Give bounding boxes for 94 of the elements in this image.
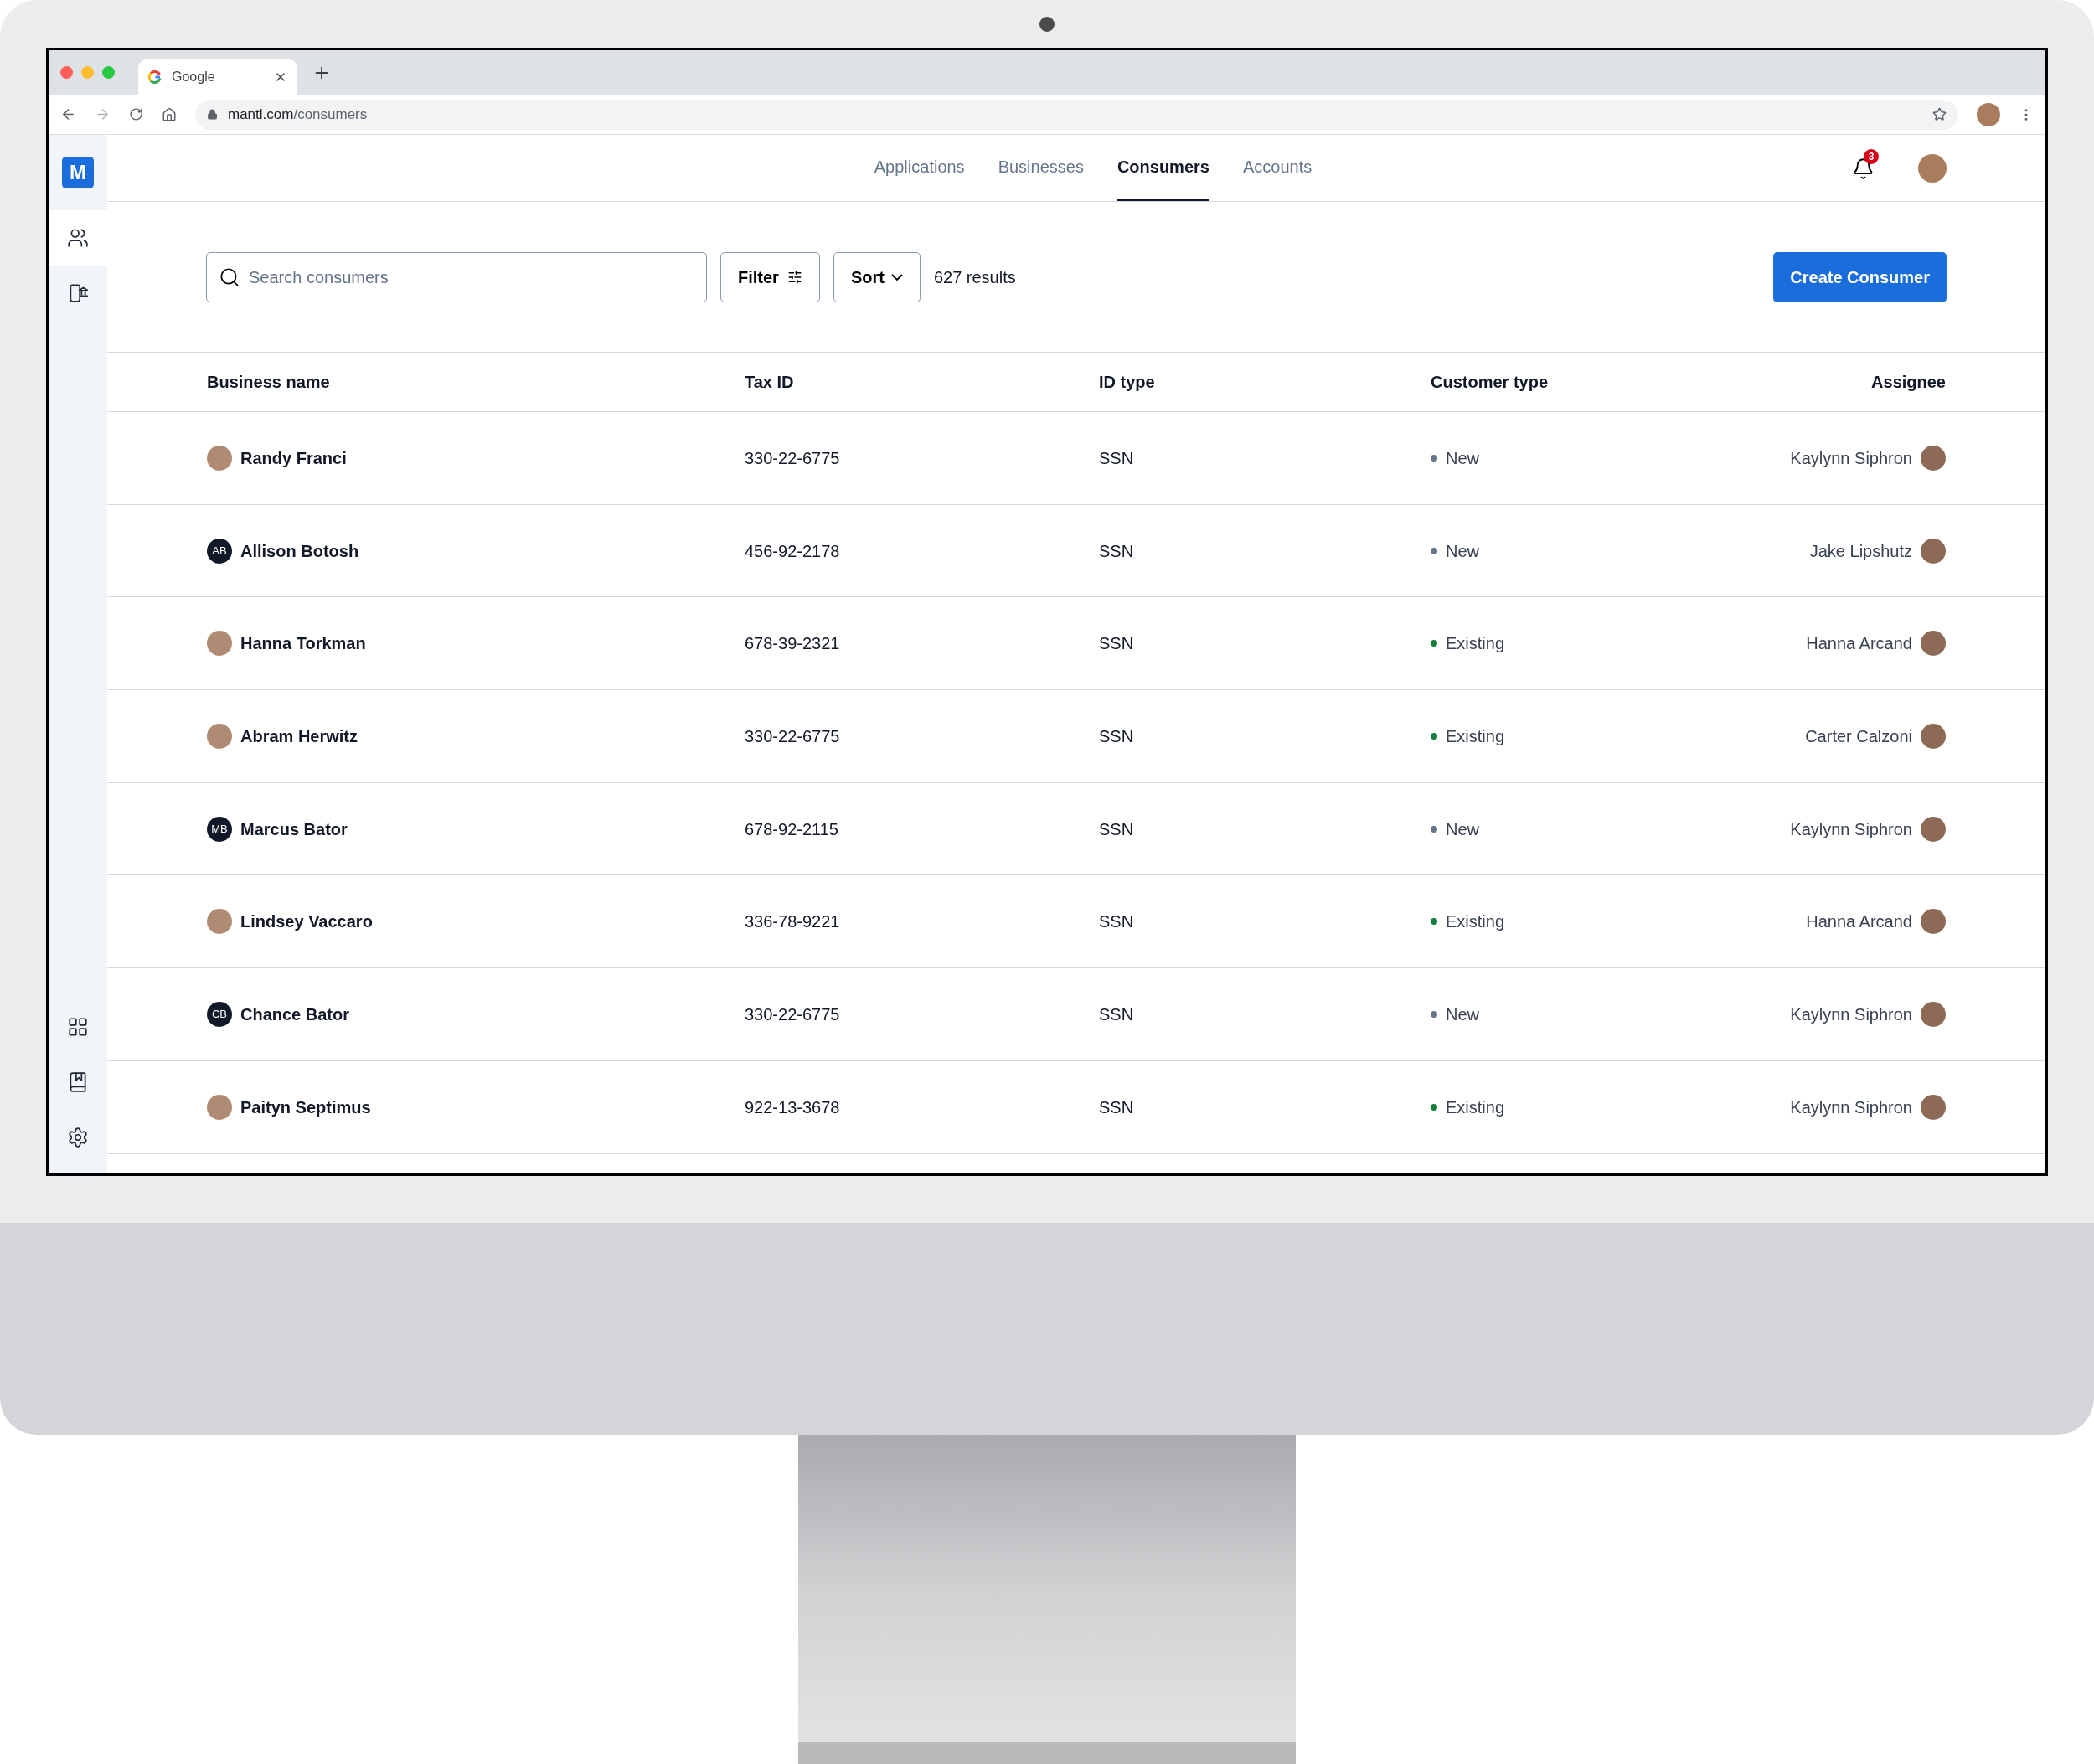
browser-tab[interactable]: Google: [138, 59, 297, 95]
column-header[interactable]: ID type: [1099, 369, 1431, 395]
avatar-placeholder: [207, 723, 232, 749]
lock-icon: [207, 109, 218, 120]
column-header[interactable]: Customer type: [1431, 369, 1699, 395]
search-icon: [219, 266, 240, 288]
assignee-name: Kaylynn Siphron: [1790, 447, 1912, 469]
url-host: mantl.com: [228, 105, 294, 124]
id-type: SSN: [1099, 447, 1135, 469]
consumer-name[interactable]: Paityn Septimus: [240, 1094, 371, 1120]
initials-avatar: MB: [207, 816, 232, 842]
customer-type: New: [1446, 447, 1479, 469]
results-count: 627 results: [933, 266, 1016, 288]
customer-type: New: [1446, 818, 1479, 840]
user-avatar-placeholder[interactable]: [1918, 154, 1947, 183]
reload-icon[interactable]: [129, 107, 143, 121]
column-header[interactable]: Tax ID: [745, 369, 1099, 395]
people-icon: [67, 227, 89, 249]
customer-type: New: [1446, 1003, 1479, 1025]
app-logo[interactable]: M: [62, 157, 94, 188]
assignee-avatar-placeholder: [1921, 1094, 1946, 1120]
assignee-avatar-placeholder: [1921, 723, 1946, 749]
home-icon[interactable]: [162, 106, 177, 122]
tax-id: 678-92-2115: [745, 818, 839, 840]
consumer-name[interactable]: Chance Bator: [240, 1001, 350, 1027]
assignee-name: Carter Calzoni: [1805, 725, 1912, 747]
create-consumer-button[interactable]: Create Consumer: [1773, 251, 1947, 302]
avatar-placeholder: [207, 445, 232, 471]
profile-avatar-placeholder[interactable]: [1977, 102, 2000, 126]
consumer-name[interactable]: Lindsey Vaccaro: [240, 909, 373, 935]
assignee-name: Kaylynn Siphron: [1790, 1003, 1912, 1025]
id-type: SSN: [1099, 818, 1135, 840]
id-type: SSN: [1099, 725, 1135, 747]
initials-avatar: CB: [207, 1001, 232, 1027]
tax-id: 678-39-2321: [745, 633, 841, 655]
nav-tab[interactable]: Businesses: [998, 135, 1084, 201]
initials-avatar: AB: [207, 538, 232, 564]
id-type: SSN: [1099, 911, 1135, 933]
grid-icon: [67, 1016, 89, 1038]
tab-title: Google: [172, 69, 216, 85]
id-type: SSN: [1099, 1003, 1135, 1025]
assignee-avatar-placeholder: [1921, 445, 1946, 471]
back-icon[interactable]: [60, 106, 76, 122]
consumer-name[interactable]: Abram Herwitz: [240, 723, 358, 749]
assignee-avatar-placeholder: [1921, 909, 1946, 935]
assignee-name: Hanna Arcand: [1806, 633, 1912, 655]
nav-tab[interactable]: Consumers: [1117, 135, 1209, 201]
address-bar[interactable]: mantl.com/consumers: [195, 99, 1958, 130]
id-type: SSN: [1099, 633, 1135, 655]
book-icon: [67, 1071, 89, 1093]
tax-id: 922-13-3678: [745, 1096, 841, 1118]
nav-tab[interactable]: Applications: [874, 135, 965, 201]
assignee-avatar-placeholder: [1921, 631, 1946, 657]
avatar-placeholder: [207, 1094, 232, 1120]
bookmark-star-icon[interactable]: [1932, 107, 1947, 121]
id-type: SSN: [1099, 1096, 1135, 1118]
assignee-name: Hanna Arcand: [1806, 911, 1912, 933]
customer-type: Existing: [1446, 1096, 1505, 1118]
tax-id: 330-22-6775: [745, 725, 841, 747]
id-type: SSN: [1099, 540, 1135, 562]
assignee-name: Kaylynn Siphron: [1790, 1096, 1912, 1118]
customer-type: New: [1446, 540, 1479, 562]
consumer-name[interactable]: Randy Franci: [240, 445, 347, 471]
avatar-placeholder: [207, 909, 232, 935]
url-path: /consumers: [293, 105, 368, 124]
tax-id: 336-78-9221: [745, 911, 841, 933]
filter-button[interactable]: Filter: [720, 251, 820, 302]
search-field[interactable]: Search consumers: [206, 251, 707, 302]
chevron-down-icon: [890, 273, 903, 281]
assignee-avatar-placeholder: [1921, 538, 1946, 564]
avatar-placeholder: [207, 631, 232, 657]
assignee-avatar-placeholder: [1921, 1001, 1946, 1027]
customer-type: Existing: [1446, 911, 1505, 933]
search-input[interactable]: Search consumers: [249, 264, 694, 290]
tax-id: 330-22-6775: [745, 1003, 841, 1025]
notification-badge: 3: [1864, 148, 1879, 164]
phone-bank-icon: [67, 282, 89, 304]
customer-type: Existing: [1446, 633, 1505, 655]
sliders-icon: [787, 269, 802, 285]
nav-tab[interactable]: Accounts: [1242, 135, 1313, 201]
customer-type: Existing: [1446, 725, 1505, 747]
column-header[interactable]: Assignee: [1699, 369, 1946, 395]
tax-id: 456-92-2178: [745, 540, 841, 562]
sort-button[interactable]: Sort: [833, 251, 921, 302]
assignee-avatar-placeholder: [1921, 816, 1946, 842]
column-header[interactable]: Business name: [207, 369, 745, 395]
consumer-name[interactable]: Allison Botosh: [240, 538, 359, 564]
tax-id: 330-22-6775: [745, 447, 841, 469]
consumer-name[interactable]: Hanna Torkman: [240, 631, 366, 657]
assignee-name: Jake Lipshutz: [1809, 540, 1912, 562]
assignee-name: Kaylynn Siphron: [1790, 818, 1912, 840]
settings-icon: [67, 1127, 89, 1148]
consumer-name[interactable]: Marcus Bator: [240, 816, 348, 842]
g-logo-icon: [148, 70, 162, 84]
